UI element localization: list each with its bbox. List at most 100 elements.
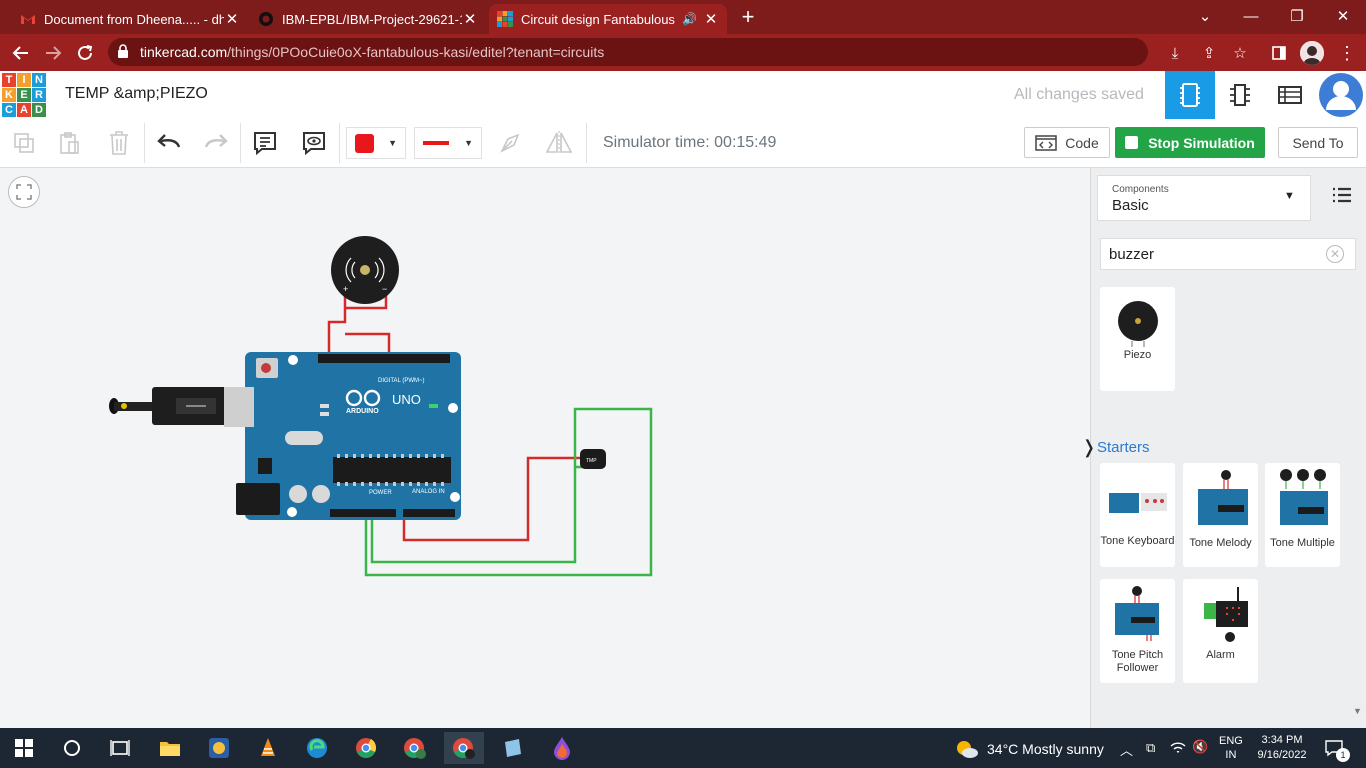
chevron-down-icon: ▼: [388, 138, 397, 148]
fill-color-picker[interactable]: ▼: [346, 127, 406, 159]
kebab-menu-icon[interactable]: ⋮: [1334, 40, 1360, 66]
close-icon[interactable]: ✕: [462, 10, 478, 28]
taskbar-vlc[interactable]: [248, 732, 288, 764]
redo-button[interactable]: [200, 127, 232, 159]
taskbar-app-3[interactable]: [542, 732, 582, 764]
taskbar-edge[interactable]: [297, 732, 337, 764]
tab-gmail[interactable]: Document from Dheena..... - dhin ✕: [12, 4, 248, 34]
meet-now-icon[interactable]: ⧉: [1146, 740, 1155, 756]
browser-tab-strip: Document from Dheena..... - dhin ✕ IBM-E…: [0, 0, 1366, 34]
sensor-label: TMP: [586, 458, 597, 464]
forward-button[interactable]: [38, 38, 68, 68]
back-button[interactable]: [6, 38, 36, 68]
starter-card-tone-pitch-follower[interactable]: Tone Pitch Follower: [1100, 579, 1175, 683]
folder-icon: [160, 742, 180, 756]
notes-button[interactable]: [249, 127, 281, 159]
window-close-button[interactable]: ✕: [1320, 0, 1366, 32]
starter-card-tone-keyboard[interactable]: Tone Keyboard: [1100, 463, 1175, 567]
show-hidden-icons[interactable]: ︿: [1120, 740, 1133, 759]
weather-icon[interactable]: [955, 738, 979, 760]
digital-header-label: DIGITAL (PWM~): [378, 378, 425, 384]
taskbar-chrome[interactable]: [346, 732, 386, 764]
power-header: [330, 509, 396, 517]
taskbar-chrome-active[interactable]: [444, 732, 484, 764]
piezo-buzzer[interactable]: + −: [331, 236, 399, 304]
digital-header: [318, 354, 450, 363]
starters-section-title[interactable]: Starters: [1097, 439, 1150, 456]
tab-github[interactable]: IBM-EPBL/IBM-Project-29621-16 ✕: [250, 4, 486, 34]
windows-logo-icon: [15, 739, 33, 757]
delete-button[interactable]: [103, 127, 135, 159]
usb-port: [224, 387, 254, 427]
edge-icon: [307, 738, 327, 758]
paste-button[interactable]: [54, 127, 86, 159]
taskbar-chrome-profile[interactable]: [395, 732, 435, 764]
weather-text[interactable]: 34°C Mostly sunny: [987, 741, 1104, 757]
app-2-icon: [505, 739, 521, 757]
task-view-button[interactable]: [100, 732, 140, 764]
component-card-piezo[interactable]: Piezo: [1100, 287, 1175, 391]
bookmark-star-icon[interactable]: ☆: [1227, 40, 1253, 66]
rotate-button[interactable]: [494, 127, 526, 159]
side-panel-icon[interactable]: [1266, 40, 1292, 66]
audio-playing-icon[interactable]: 🔊: [682, 12, 697, 26]
components-dropdown-label: Components: [1112, 184, 1169, 195]
taskbar-app[interactable]: [199, 732, 239, 764]
close-icon[interactable]: ✕: [703, 10, 719, 28]
taskbar-app-2[interactable]: [493, 732, 533, 764]
starter-card-tone-melody[interactable]: Tone Melody: [1183, 463, 1258, 567]
flip-button[interactable]: [543, 127, 575, 159]
code-button[interactable]: Code: [1024, 127, 1110, 158]
lock-icon[interactable]: [117, 44, 131, 60]
new-tab-button[interactable]: +: [735, 4, 761, 30]
taskbar-file-explorer[interactable]: [150, 732, 190, 764]
circuit-drawing[interactable]: + − ARDUINO UNO DIGITAL (PWM~) POWER ANA…: [0, 168, 1090, 728]
list-view-button[interactable]: [1330, 183, 1354, 207]
speaker-muted-icon[interactable]: 🔇: [1192, 739, 1208, 755]
install-icon[interactable]: ⤓: [1162, 40, 1188, 66]
clear-search-icon[interactable]: ✕: [1326, 245, 1344, 263]
component-list-view-button[interactable]: [1265, 71, 1315, 119]
note-icon: [254, 132, 276, 156]
design-title[interactable]: TEMP &amp;PIEZO: [65, 85, 208, 103]
scroll-down-arrow[interactable]: ▼: [1353, 706, 1362, 716]
tmp36-sensor[interactable]: TMP: [580, 449, 606, 469]
starter-card-alarm[interactable]: Alarm: [1183, 579, 1258, 683]
wifi-icon[interactable]: [1170, 740, 1186, 756]
restore-button[interactable]: ❐: [1274, 0, 1320, 32]
send-to-button[interactable]: Send To: [1278, 127, 1358, 158]
toolbar-divider: [339, 123, 340, 163]
starter-card-tone-multiple[interactable]: Tone Multiple: [1265, 463, 1340, 567]
minimize-button[interactable]: —: [1228, 0, 1274, 32]
components-dropdown-value: Basic: [1112, 197, 1149, 214]
close-icon[interactable]: ✕: [224, 10, 240, 28]
atmega-chip: [333, 457, 451, 483]
tab-search-button[interactable]: ⌄: [1182, 0, 1228, 32]
copy-button[interactable]: [8, 127, 40, 159]
reload-button[interactable]: [70, 38, 100, 68]
simulator-time: Simulator time: 00:15:49: [603, 134, 777, 151]
url-text[interactable]: tinkercad.com/things/0POoCuie0oX-fantabu…: [140, 44, 604, 60]
tinkercad-logo[interactable]: T I N K E R C A D: [2, 73, 46, 117]
undo-button[interactable]: [153, 127, 185, 159]
schematic-view-button[interactable]: [1215, 71, 1265, 119]
collapse-panel-arrow[interactable]: ❭: [1081, 433, 1096, 461]
profile-avatar[interactable]: [1300, 41, 1324, 65]
start-button[interactable]: [4, 732, 44, 764]
taskbar-clock[interactable]: 3:34 PM 9/16/2022: [1254, 733, 1310, 763]
notes-visibility-button[interactable]: [298, 127, 330, 159]
analog-label: ANALOG IN: [412, 489, 445, 495]
user-avatar[interactable]: [1318, 72, 1364, 118]
copy-icon: [14, 133, 34, 153]
notification-count-badge: 1: [1336, 748, 1350, 762]
share-icon[interactable]: ⇪: [1196, 40, 1222, 66]
wire-style-picker[interactable]: ▼: [414, 127, 482, 159]
svg-text:−: −: [382, 284, 387, 294]
circuit-view-button[interactable]: [1165, 71, 1215, 119]
stop-simulation-button[interactable]: Stop Simulation: [1115, 127, 1265, 158]
arduino-uno-board[interactable]: ARDUINO UNO DIGITAL (PWM~) POWER ANALOG …: [224, 352, 461, 520]
input-language[interactable]: ENG IN: [1219, 734, 1243, 762]
crystal: [285, 431, 323, 445]
search-button[interactable]: [52, 732, 92, 764]
tab-tinkercad[interactable]: Circuit design Fantabulous Ka 🔊 ✕: [489, 4, 727, 34]
